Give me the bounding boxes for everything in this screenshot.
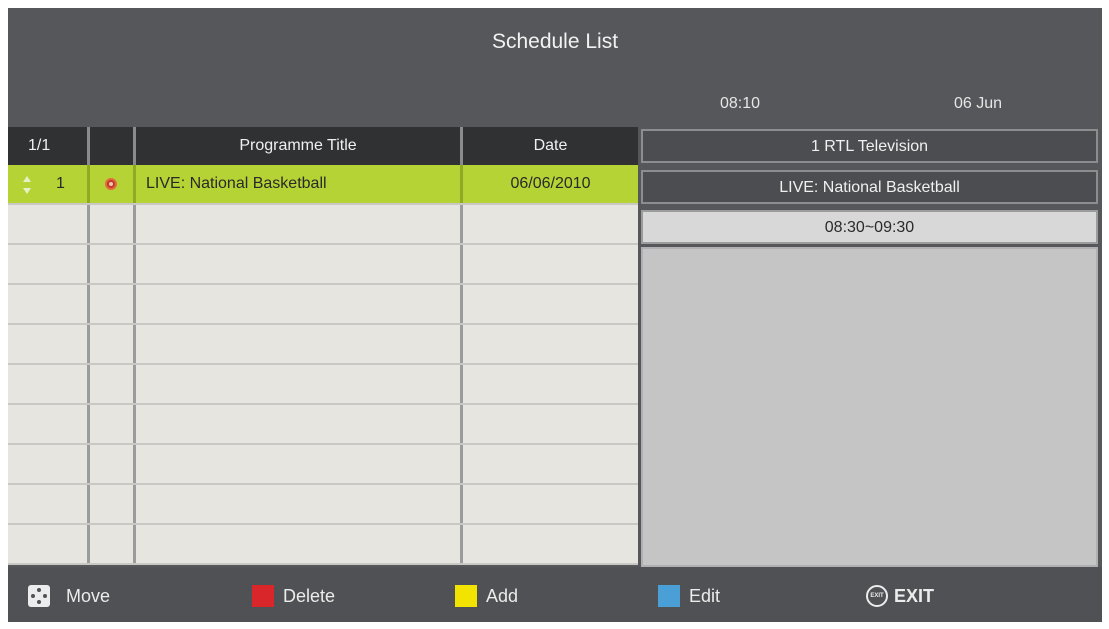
schedule-table: 1/1 Programme Title Date 1 LIVE: Nationa… [8, 127, 638, 567]
status-cell [90, 165, 136, 203]
row-number: 1 [56, 175, 65, 192]
row-number-cell: 1 [8, 165, 90, 203]
add-hint[interactable]: Add [455, 585, 518, 607]
exit-hint[interactable]: EXIT EXIT [866, 585, 934, 607]
current-time: 08:10 [720, 95, 761, 112]
edit-label: Edit [689, 585, 721, 606]
programme-name: LIVE: National Basketball [641, 170, 1098, 204]
exit-label: EXIT [894, 585, 935, 606]
edit-hint[interactable]: Edit [658, 585, 720, 607]
page-title: Schedule List [491, 30, 619, 53]
page-indicator: 1/1 [8, 127, 90, 165]
column-header-date: Date [533, 137, 568, 154]
column-header-title: Programme Title [136, 127, 463, 165]
record-icon [105, 178, 117, 190]
channel-name: 1 RTL Television [641, 129, 1098, 163]
table-row[interactable] [8, 525, 638, 565]
programme-details-area [641, 247, 1098, 567]
blue-button-icon [658, 585, 680, 607]
table-row[interactable]: 1 LIVE: National Basketball 06/06/2010 [8, 165, 638, 205]
move-hint[interactable]: Move [28, 585, 110, 607]
yellow-button-icon [455, 585, 477, 607]
exit-button-icon: EXIT [866, 585, 888, 607]
delete-hint[interactable]: Delete [252, 585, 335, 607]
date-cell: 06/06/2010 [510, 175, 591, 192]
red-button-icon [252, 585, 274, 607]
table-row[interactable] [8, 405, 638, 445]
schedule-list-screen: Schedule List 08:10 06 Jun 1/1 Programme… [8, 8, 1102, 622]
table-body: 1 LIVE: National Basketball 06/06/2010 [8, 165, 638, 565]
table-row[interactable] [8, 365, 638, 405]
table-row[interactable] [8, 205, 638, 245]
table-row[interactable] [8, 325, 638, 365]
table-row[interactable] [8, 485, 638, 525]
programme-time-range: 08:30~09:30 [641, 210, 1098, 244]
add-label: Add [486, 585, 519, 606]
current-date: 06 Jun [954, 95, 1003, 112]
footer-hint-bar: Move Delete Add Edit EXIT EXIT [8, 567, 1102, 622]
programme-title-cell: LIVE: National Basketball [136, 165, 463, 203]
table-header: 1/1 Programme Title Date [8, 127, 638, 165]
dpad-icon [28, 585, 50, 607]
delete-label: Delete [283, 585, 336, 606]
move-label: Move [66, 585, 111, 606]
status-column-header [90, 127, 136, 165]
table-row[interactable] [8, 245, 638, 285]
up-down-arrows-icon [23, 176, 31, 194]
table-row[interactable] [8, 445, 638, 485]
table-row[interactable] [8, 285, 638, 325]
